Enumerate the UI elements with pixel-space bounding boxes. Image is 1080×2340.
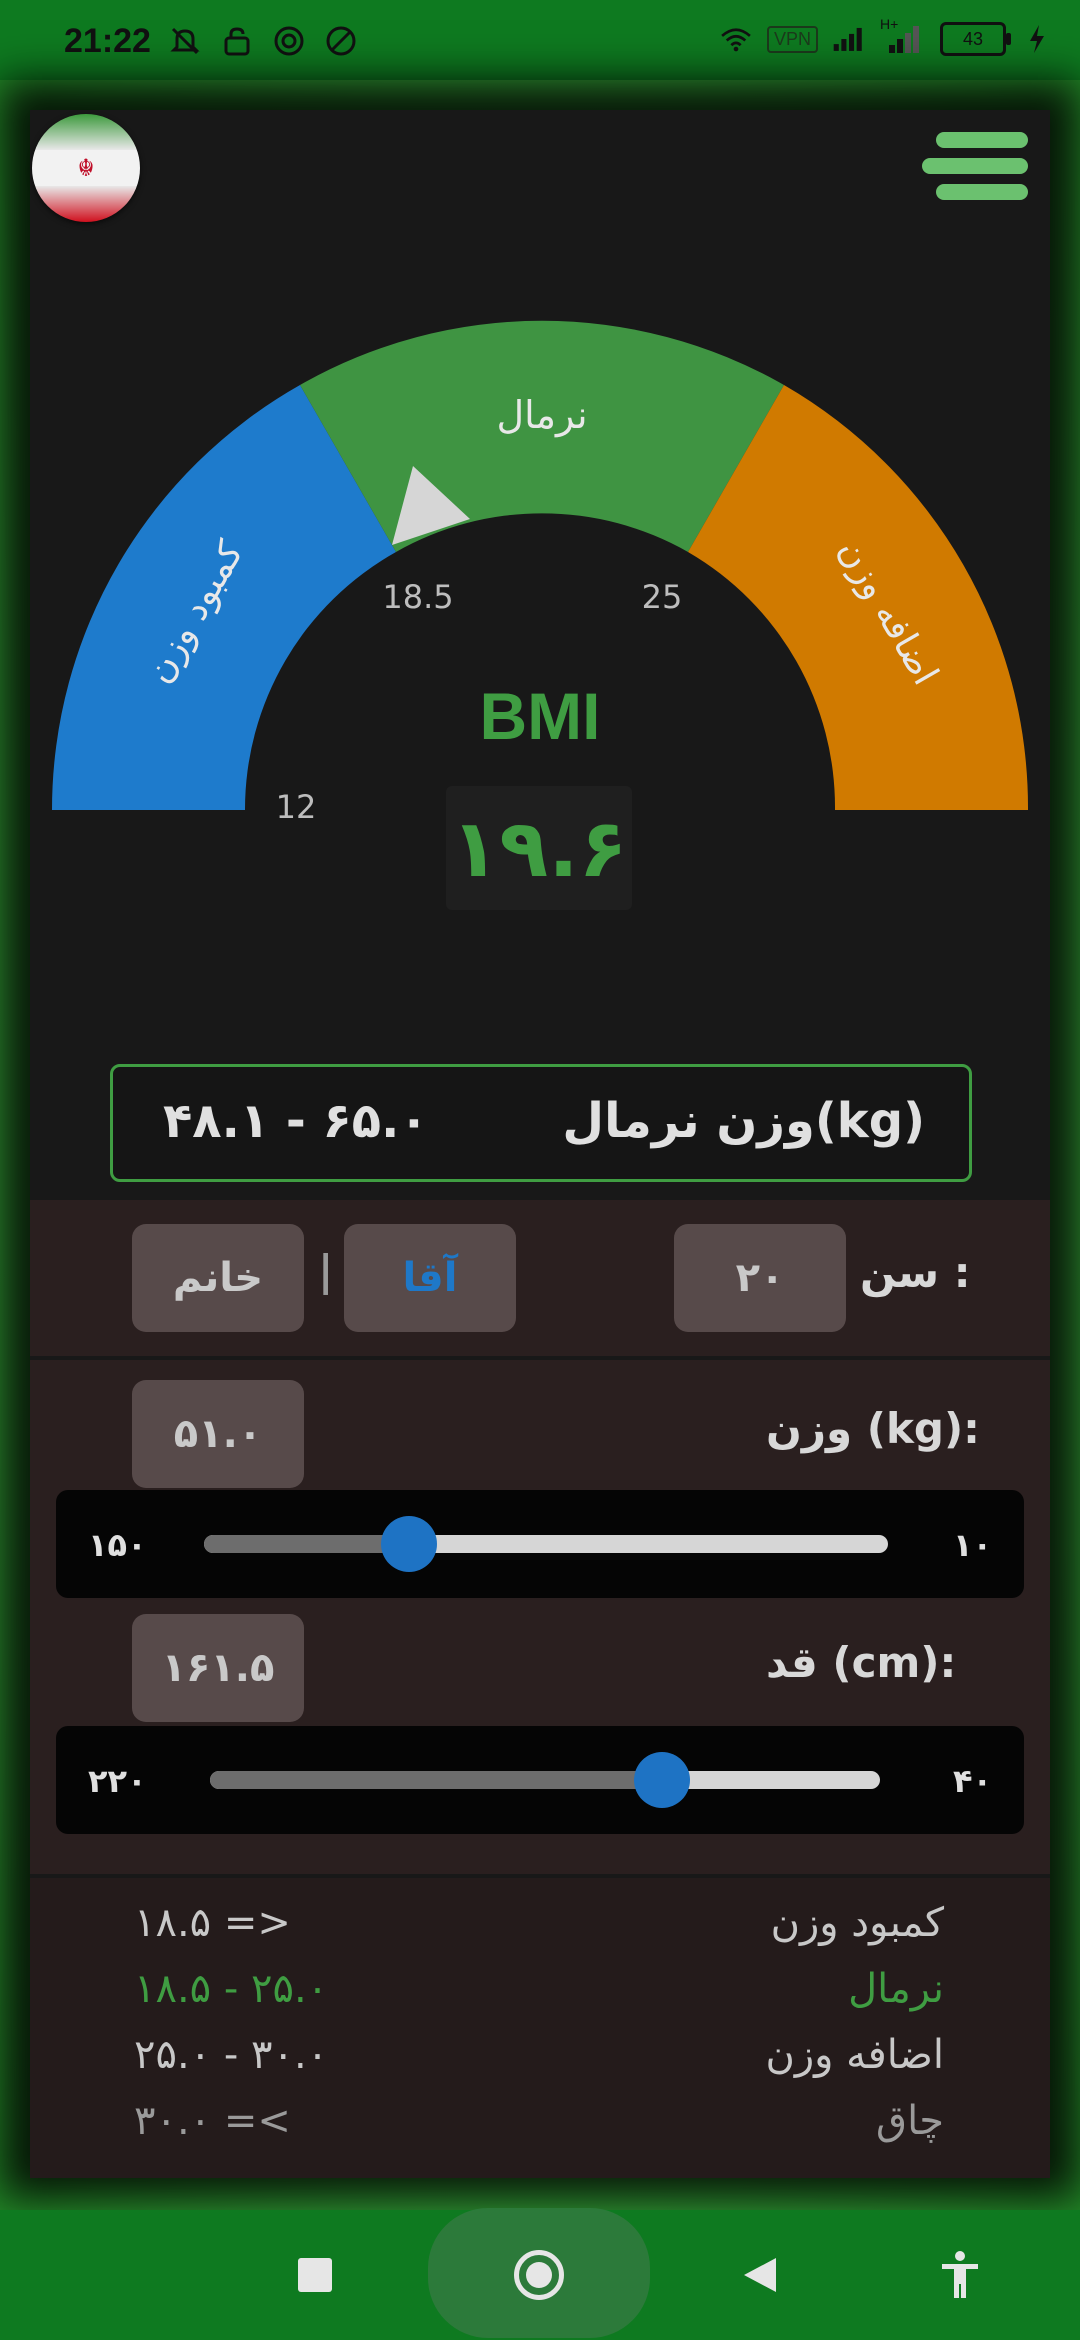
battery-icon: 43	[940, 22, 1011, 56]
back-icon[interactable]	[740, 2254, 780, 2296]
weight-slider-fill	[204, 1535, 410, 1553]
weight-slider-thumb[interactable]	[381, 1516, 438, 1572]
bmi-legend: کمبود وزن ۱۸.۵ => نرمال ۱۸.۵ - ۲۵.۰ اضاف…	[30, 1878, 1050, 2178]
gauge-tick-12: 12	[276, 788, 317, 826]
language-flag-button[interactable]: ☬	[32, 114, 140, 222]
wifi-icon	[719, 22, 753, 56]
vpn-badge: VPN	[766, 25, 818, 53]
weight-slider-bar: ۱۵۰ ۱۰	[56, 1490, 1024, 1598]
app-notification-icon	[272, 24, 306, 58]
legend-name: چاق	[876, 2098, 944, 2144]
height-min-label: ۴۰	[952, 1762, 992, 1800]
recents-icon[interactable]	[298, 2258, 332, 2292]
height-slider-fill	[210, 1771, 663, 1789]
legend-value: ۲۵.۰ - ۳۰.۰	[134, 2032, 329, 2078]
weight-slider-track[interactable]	[204, 1535, 888, 1553]
home-icon-dot	[526, 2262, 552, 2288]
female-button[interactable]: خانم	[132, 1224, 304, 1332]
network-type-label: H+	[880, 16, 899, 32]
height-slider-track[interactable]	[210, 1771, 880, 1789]
signal-h-icon: H+	[880, 16, 926, 56]
legend-value: ۳۰.۰ =<	[134, 2098, 291, 2144]
legend-value: ۱۸.۵ =>	[134, 1900, 291, 1946]
bmi-title: BMI	[479, 679, 601, 753]
legend-row: نرمال ۱۸.۵ - ۲۵.۰	[30, 1966, 1050, 2026]
menu-line	[936, 184, 1028, 200]
normal-weight-box: وزن نرمال(kg) ۴۸.۱ - ۶۵.۰	[110, 1064, 972, 1182]
signal-icon	[832, 22, 866, 56]
age-label: سن :	[860, 1248, 971, 1297]
navigation-bar	[0, 2208, 1080, 2340]
bmi-value: ۱۹.۶	[450, 801, 628, 895]
height-label: قد (cm):	[766, 1638, 957, 1687]
weight-max-label: ۱۵۰	[88, 1526, 147, 1564]
legend-row: چاق ۳۰.۰ =<	[30, 2098, 1050, 2158]
height-slider-thumb[interactable]	[634, 1752, 691, 1808]
bmi-value-box: ۱۹.۶	[446, 786, 632, 910]
normal-weight-label: وزن نرمال(kg)	[562, 1093, 925, 1149]
status-time: 21:22	[64, 22, 151, 60]
male-button[interactable]: آقا	[344, 1224, 516, 1332]
gauge-tick-25: 25	[642, 578, 683, 616]
weight-label: وزن (kg):	[766, 1404, 980, 1453]
flag-emblem-icon: ☬	[32, 150, 140, 186]
gauge-label-normal: نرمال	[496, 393, 587, 438]
menu-line	[936, 132, 1028, 148]
vpn-lock-icon	[220, 24, 254, 58]
legend-name: نرمال	[848, 1966, 944, 2012]
height-slider-bar: ۲۲۰ ۴۰	[56, 1726, 1024, 1834]
height-input[interactable]: ۱۶۱.۵	[132, 1614, 304, 1722]
profile-panel: خانم | آقا ۲۰ سن :	[30, 1200, 1050, 1356]
mute-icon	[168, 24, 202, 58]
age-input[interactable]: ۲۰	[674, 1224, 846, 1332]
status-icons-left	[168, 24, 358, 58]
charging-icon	[1020, 22, 1054, 56]
menu-icon[interactable]	[922, 132, 1028, 204]
status-icons-right: VPN H+ 43	[719, 16, 1054, 56]
gender-separator: |	[318, 1246, 334, 1295]
gauge-tick-18-5: 18.5	[382, 578, 453, 616]
normal-weight-range: ۴۸.۱ - ۶۵.۰	[163, 1093, 429, 1149]
accessibility-icon[interactable]	[938, 2250, 982, 2300]
app-notification-icon-2	[324, 24, 358, 58]
weight-input[interactable]: ۵۱.۰	[132, 1380, 304, 1488]
status-bar: 21:22 VPN H+ 43	[0, 0, 1080, 78]
height-max-label: ۲۲۰	[88, 1762, 147, 1800]
legend-name: کمبود وزن	[770, 1900, 944, 1946]
legend-name: اضافه وزن	[765, 2032, 944, 2078]
legend-row: کمبود وزن ۱۸.۵ =>	[30, 1900, 1050, 1960]
menu-line	[922, 158, 1028, 174]
weight-min-label: ۱۰	[952, 1526, 992, 1564]
legend-row: اضافه وزن ۲۵.۰ - ۳۰.۰	[30, 2032, 1050, 2092]
legend-value: ۱۸.۵ - ۲۵.۰	[134, 1966, 329, 2012]
home-icon[interactable]	[514, 2250, 564, 2300]
